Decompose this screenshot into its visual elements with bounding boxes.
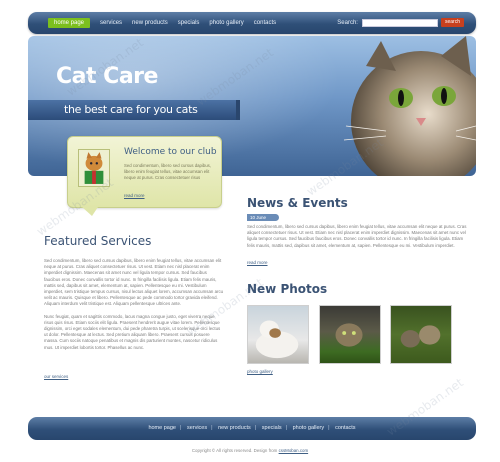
search-button[interactable]: search xyxy=(440,18,464,27)
footer-nav: home page | services | new products | speci… xyxy=(148,425,356,431)
footer-nav-photo-gallery[interactable]: photo gallery xyxy=(293,425,325,431)
nav-services[interactable]: services xyxy=(100,18,122,28)
nav-contacts[interactable]: contacts xyxy=(254,18,276,28)
footer-nav-contacts[interactable]: contacts xyxy=(335,425,355,431)
site-logo[interactable]: Cat Care xyxy=(56,64,158,89)
search-input[interactable] xyxy=(361,18,438,27)
footer-nav-specials[interactable]: specials xyxy=(262,425,282,431)
photo-gallery-link[interactable]: photo gallery xyxy=(247,369,273,374)
photo-kittens[interactable] xyxy=(390,305,452,364)
kitten-thumbnail xyxy=(78,149,110,187)
featured-services-text: Sed condimentum, libero sed cursus dapib… xyxy=(44,258,224,357)
welcome-box: Welcome to our club Sed condimentum, lib… xyxy=(67,136,222,216)
nav-new-products[interactable]: new products xyxy=(132,18,168,28)
news-read-more-link[interactable]: read more xyxy=(247,260,268,265)
top-navbar: home page services new products specials… xyxy=(28,12,476,34)
search-label: Search: xyxy=(337,19,358,26)
news-text: Sed condimentum, libero sed cursus dapib… xyxy=(247,224,467,248)
footer-nav-home[interactable]: home page xyxy=(148,425,176,431)
welcome-title: Welcome to our club xyxy=(124,147,217,157)
main-nav: home page services new products specials… xyxy=(48,18,286,28)
news-events-title: News & Events xyxy=(247,196,348,210)
news-date-badge: 10 June xyxy=(247,214,279,221)
featured-paragraph-2: Nunc feugiat, quam et sagittis commodo, … xyxy=(44,313,221,350)
photo-white-cat[interactable] xyxy=(247,305,309,364)
footer-navbar: home page | services | new products | speci… xyxy=(28,417,476,440)
welcome-box-tail xyxy=(82,207,98,216)
footer-nav-services[interactable]: services xyxy=(187,425,207,431)
featured-paragraph-1: Sed condimentum, libero sed cursus dapib… xyxy=(44,258,224,307)
photo-tabby-cat[interactable] xyxy=(319,305,381,364)
new-photos-title: New Photos xyxy=(247,282,328,296)
footer-nav-new-products[interactable]: new products xyxy=(218,425,251,431)
featured-services-title: Featured Services xyxy=(44,234,152,248)
tagline: the best care for you cats xyxy=(64,103,198,116)
welcome-read-more-link[interactable]: read more xyxy=(124,193,145,198)
tagline-band: the best care for you cats xyxy=(28,100,240,120)
cat-banner-image xyxy=(343,36,476,176)
nav-specials[interactable]: specials xyxy=(178,18,200,28)
welcome-text: Sed condimentum, libero sed cursus dapib… xyxy=(124,163,211,180)
search-area: Search: search xyxy=(337,18,464,27)
our-services-link[interactable]: our services xyxy=(44,374,68,379)
copyright-link[interactable]: cssMoban.com xyxy=(279,448,309,453)
copyright-text: Copyright © All rights reserved. Design … xyxy=(191,448,278,453)
copyright: Copyright © All rights reserved. Design … xyxy=(0,448,500,453)
nav-home[interactable]: home page xyxy=(48,18,91,28)
nav-photo-gallery[interactable]: photo gallery xyxy=(209,18,243,28)
